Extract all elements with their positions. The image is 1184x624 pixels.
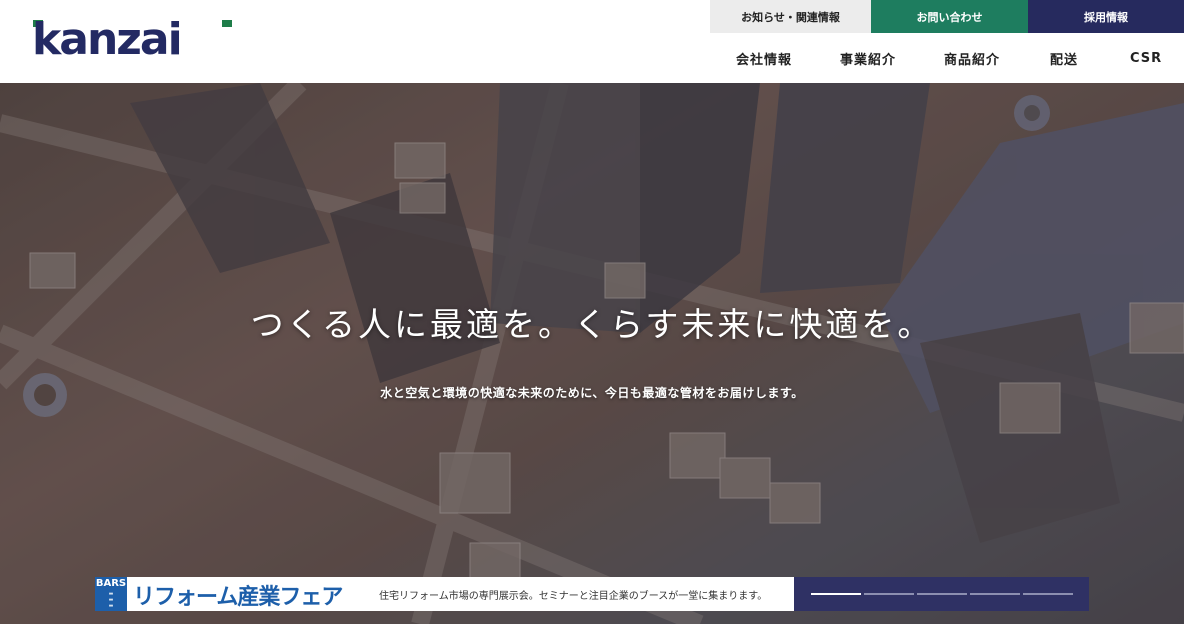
slide-indicator-1[interactable]: [811, 593, 861, 595]
hero-headline: つくる人に最適を。くらす未来に快適を。: [250, 305, 934, 344]
slide-indicator-4[interactable]: [970, 593, 1020, 595]
recruit-link[interactable]: 採用情報: [1028, 0, 1184, 33]
contact-link[interactable]: お問い合わせ: [871, 0, 1028, 33]
logo-accent-right: [222, 20, 232, 27]
reform-fair-banner-link[interactable]: BARS ▬ ▬ ▬ リフォーム産業フェア: [95, 577, 365, 611]
banner-description[interactable]: 住宅リフォーム市場の専門展示会。セミナーと注目企業のブースが一堂に集まります。: [365, 577, 794, 611]
nav-delivery[interactable]: 配送: [1050, 49, 1078, 68]
bars-badge-text: BARS: [95, 578, 127, 589]
slide-indicators: [794, 577, 1089, 611]
utility-links: お知らせ・関連情報 お問い合わせ 採用情報: [710, 0, 1184, 33]
slide-indicator-2[interactable]: [864, 593, 914, 595]
hero-overlay: [0, 83, 1184, 624]
hero-section: つくる人に最適を。くらす未来に快適を。 水と空気と環境の快適な未来のために、今日…: [0, 83, 1184, 624]
site-header: kanzai お知らせ・関連情報 お問い合わせ 採用情報 会社情報 事業紹介 商…: [0, 0, 1184, 83]
hero-subheadline: 水と空気と環境の快適な未来のために、今日も最適な管材をお届けします。: [380, 386, 804, 400]
bars-badge: BARS ▬ ▬ ▬: [95, 577, 127, 611]
nav-products[interactable]: 商品紹介: [944, 49, 1000, 68]
nav-csr[interactable]: CSR: [1130, 51, 1162, 66]
news-link[interactable]: お知らせ・関連情報: [710, 0, 871, 33]
promo-banner: BARS ▬ ▬ ▬ リフォーム産業フェア 住宅リフォーム市場の専門展示会。セミナー…: [95, 577, 1089, 611]
slide-indicator-3[interactable]: [917, 593, 967, 595]
kanzai-logo[interactable]: kanzai: [32, 14, 232, 65]
nav-company[interactable]: 会社情報: [736, 49, 792, 68]
logo-text: kanzai: [32, 14, 183, 65]
slide-indicator-5[interactable]: [1023, 593, 1073, 595]
fair-title: リフォーム産業フェア: [133, 585, 343, 610]
nav-business[interactable]: 事業紹介: [840, 49, 896, 68]
bars-badge-lines: ▬ ▬ ▬: [108, 591, 114, 609]
